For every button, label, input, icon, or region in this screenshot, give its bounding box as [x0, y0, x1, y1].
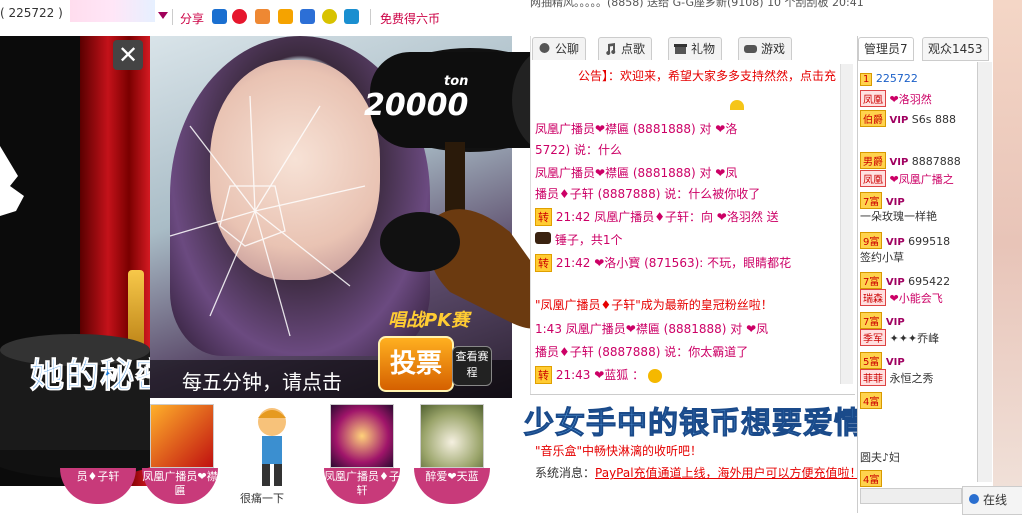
chevron-down-icon[interactable]	[158, 12, 168, 19]
user-row[interactable]: 4富	[860, 392, 883, 409]
chat-line: 转 21:42 ❤洛小寳 (871563): 不玩，眼睛都花	[535, 254, 791, 272]
user-row[interactable]: 9富 VIP 699518	[860, 232, 950, 249]
tab-label: 游戏	[761, 42, 786, 56]
user-row[interactable]: 瑞森 ❤小能会飞	[860, 289, 943, 306]
relay-tag: 转	[535, 208, 552, 226]
divider	[172, 9, 173, 25]
user-row[interactable]: 伯爵 VIP S6s 888	[860, 110, 956, 127]
gift-phoenix-purple-thumb[interactable]	[330, 404, 394, 468]
user-list-hscrollbar[interactable]	[860, 488, 962, 504]
hammer-weight: 20000	[364, 88, 469, 123]
user-row[interactable]: 4富	[860, 470, 883, 487]
relay-tag: 转	[535, 254, 552, 272]
tab-audience[interactable]: 观众1453	[922, 37, 989, 61]
qq-share-icon[interactable]	[212, 9, 227, 24]
user-row[interactable]: 7富 VIP	[860, 192, 905, 209]
chat-scrollbar[interactable]	[840, 64, 853, 384]
emoji-icon	[647, 368, 662, 383]
user-row[interactable]: 5富 VIP	[860, 352, 905, 369]
tab-label: 点歌	[621, 42, 646, 56]
song-overlay: 少女手中的银币想要爱情	[524, 406, 865, 442]
douban-share-icon[interactable]	[322, 9, 337, 24]
pk-badge: 唱战PK赛	[388, 310, 470, 331]
free-coins-link[interactable]: 免费得六币	[380, 10, 440, 27]
vote-button[interactable]: 投票	[378, 336, 454, 392]
renren-share-icon[interactable]	[278, 9, 293, 24]
chat-line: 1:43 凤凰广播员❤襟匾 (8881888) 对 ❤凤	[535, 322, 769, 336]
user-row[interactable]: 季军 ✦✦✦乔峰	[860, 329, 939, 346]
game-icon	[744, 45, 757, 53]
tab-gifts[interactable]: 礼物	[668, 37, 723, 60]
chat-line: 播员♦子轩 (8887888) 说：什么被你收了	[535, 187, 761, 201]
hammer-small-icon	[535, 232, 551, 244]
vote-tip-text: 每五分钟，请点击	[182, 370, 342, 394]
tab-request-song[interactable]: 点歌	[598, 37, 653, 60]
tab-label: 公聊	[555, 42, 580, 56]
relay-tag: 转	[535, 366, 552, 384]
chat-line: 5722) 说：什么	[535, 143, 623, 157]
schedule-button[interactable]: 查看赛程	[452, 346, 492, 386]
user-row[interactable]: 圆夫♪妇	[860, 449, 900, 465]
tab-admins[interactable]: 管理员7	[858, 37, 914, 61]
user-row[interactable]: 1 225722	[860, 72, 918, 86]
top-notice: 网抽精风。。。。。(8858) 送给 G-G座乡新(9108) 10 个刮刮板 …	[530, 0, 864, 8]
decorative-banner	[70, 0, 155, 22]
tab-label: 礼物	[691, 42, 716, 56]
system-msg-line: 系统消息：PayPal充值通道上线，海外用户可以方便充值啦！	[535, 466, 862, 480]
cartoon-avatar-icon[interactable]	[250, 404, 294, 490]
tab-public-chat[interactable]: 公聊	[532, 37, 587, 60]
user-row[interactable]: 男爵 VIP 8887888	[860, 152, 961, 169]
chat-line: 转 21:42 凤凰广播员♦子轩：向 ❤洛羽然 送	[535, 208, 779, 226]
room-id: ( 225722 )	[0, 6, 63, 20]
chat-line: 凤凰广播员❤襟匾 (8881888) 对 ❤洛	[535, 122, 738, 136]
gift-label: 员♦子轩	[60, 468, 136, 504]
hammer-unit: ton	[444, 74, 469, 89]
user-row[interactable]: 菲菲 永恒之秀	[860, 369, 934, 386]
music-box-msg[interactable]: "音乐盒"中畅快淋漓的收听吧！	[535, 442, 702, 459]
gift-icon	[674, 44, 687, 54]
divider	[370, 9, 371, 25]
user-row[interactable]: 凤凰 ❤凤凰广播之	[860, 170, 954, 187]
chat-line: 凤凰广播员❤襟匾 (8881888) 对 ❤凤	[535, 166, 738, 180]
music-icon	[606, 43, 616, 55]
chat-line: 锤子，共1个	[535, 231, 622, 248]
user-row[interactable]: 签约小草	[860, 249, 904, 265]
kaixin-share-icon[interactable]	[300, 9, 315, 24]
paypal-link[interactable]: PayPal充值通道上线，海外用户可以方便充值啦！	[595, 466, 862, 480]
user-row[interactable]: 7富 VIP 695422	[860, 272, 950, 289]
side-decoration	[993, 0, 1022, 488]
weibo-share-icon[interactable]	[232, 9, 247, 24]
user-icon	[969, 494, 979, 504]
chat-line: "凤凰广播员♦子轩"成为最新的皇冠粉丝啦！	[535, 298, 773, 312]
announcement-text: 公告】：欢迎来，希望大家多多支持然然，点击充	[578, 69, 837, 83]
user-row[interactable]: 凤凰 ❤洛羽然	[860, 90, 932, 107]
online-button[interactable]: 在线	[962, 486, 1022, 515]
chat-icon	[539, 43, 550, 53]
user-list-scrollbar[interactable]	[977, 62, 992, 482]
gift-phoenix-thumb[interactable]	[150, 404, 214, 468]
secret-title: 她的秘密	[30, 356, 170, 397]
user-row[interactable]: 一朵玫瑰一样艳	[860, 208, 937, 224]
chat-line: 播员♦子轩 (8887888) 说：你太霸道了	[535, 345, 749, 359]
emoji-icon	[730, 100, 744, 110]
qzone-share-icon[interactable]	[255, 9, 270, 24]
gift-label: 很痛一下	[240, 492, 284, 505]
tab-games[interactable]: 游戏	[738, 37, 793, 60]
user-row[interactable]: 7富 VIP	[860, 312, 905, 329]
close-button[interactable]: ✕	[113, 40, 143, 70]
share-label: 分享	[180, 12, 205, 26]
chat-line: 转 21:43 ❤蓝狐 ：	[535, 366, 662, 384]
gift-mushroom-thumb[interactable]	[420, 404, 484, 468]
qq-space-share-icon[interactable]	[344, 9, 359, 24]
